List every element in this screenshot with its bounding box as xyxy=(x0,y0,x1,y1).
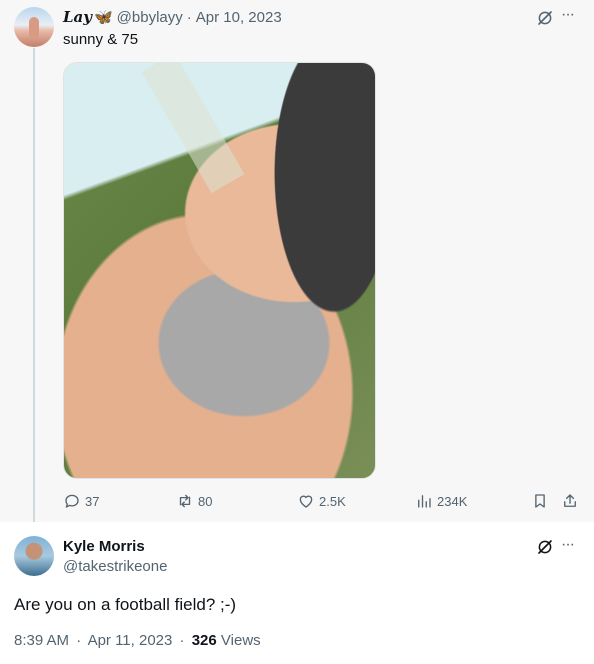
avatar[interactable] xyxy=(14,536,54,576)
views-button[interactable]: 234K xyxy=(415,492,467,510)
reply-time[interactable]: 8:39 AM xyxy=(14,632,69,649)
like-count: 2.5K xyxy=(319,493,346,509)
separator: · xyxy=(186,8,192,26)
views-icon xyxy=(418,495,431,508)
reply-tweet[interactable]: Kyle Morris @takestrikeone ··· Are you o… xyxy=(0,522,594,664)
like-button[interactable]: 2.5K xyxy=(297,492,346,510)
tweet-date[interactable]: Apr 10, 2023 xyxy=(196,9,282,26)
tweet-photo[interactable] xyxy=(63,62,376,479)
avatar[interactable] xyxy=(14,7,54,47)
more-icon[interactable]: ··· xyxy=(561,6,575,24)
parent-tweet[interactable]: Lay 🦋 @bbylayy · Apr 10, 2023 ··· sunny … xyxy=(0,0,594,526)
butterfly-emoji: 🦋 xyxy=(93,9,113,26)
more-icon[interactable]: ··· xyxy=(561,536,575,554)
display-name[interactable]: Kyle Morris xyxy=(63,538,145,555)
views-count: 234K xyxy=(437,493,468,509)
grok-icon[interactable] xyxy=(536,9,554,27)
reply-icon xyxy=(65,494,79,508)
share-button[interactable] xyxy=(561,492,583,510)
reply-views-count: 326 xyxy=(191,632,217,649)
repost-icon xyxy=(179,494,191,508)
share-icon xyxy=(564,494,576,507)
separator: · xyxy=(76,632,82,649)
action-bar: 37 80 2.5K 234K xyxy=(63,492,583,512)
reply-button[interactable]: 37 xyxy=(63,492,99,510)
reply-views-label: Views xyxy=(220,632,261,649)
grok-icon[interactable] xyxy=(536,538,554,556)
bookmark-button[interactable] xyxy=(531,492,553,510)
tweet-text: sunny & 75 xyxy=(63,31,139,48)
separator: · xyxy=(179,632,185,649)
reply-meta: 8:39 AM · Apr 11, 2023 · 326 Views xyxy=(14,632,261,649)
repost-count: 80 xyxy=(198,493,213,509)
bookmark-icon xyxy=(535,494,545,508)
repost-button[interactable]: 80 xyxy=(176,492,212,510)
reply-count: 37 xyxy=(85,493,100,509)
reply-text: Are you on a football field? ;-) xyxy=(14,595,237,614)
thread-line xyxy=(33,48,35,526)
like-icon xyxy=(299,495,313,508)
handle[interactable]: @takestrikeone xyxy=(63,558,167,575)
display-name[interactable]: Lay xyxy=(63,8,92,26)
tweet-header: Lay 🦋 @bbylayy · Apr 10, 2023 xyxy=(63,8,282,26)
handle[interactable]: @bbylayy xyxy=(117,9,183,26)
photo-field-line xyxy=(141,63,245,194)
reply-date[interactable]: Apr 11, 2023 xyxy=(88,632,173,649)
